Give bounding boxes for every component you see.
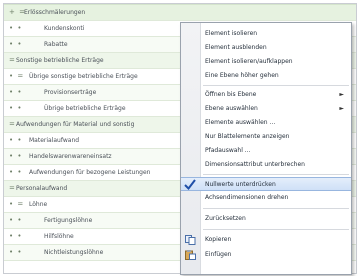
context-menu: Element isolieren Element ausblenden Ele… [180, 22, 352, 275]
menu-item-ebene-hoeher[interactable]: Eine Ebene höher gehen [181, 69, 351, 83]
tree-bullet: • • [9, 216, 23, 224]
tree-row-label: Kundenskonti [44, 25, 85, 32]
menu-item-nullwerte-unterdruecken[interactable]: Nullwerte unterdrücken [181, 177, 351, 191]
tree-row-label: Personalaufwand [16, 185, 68, 192]
menu-item-nur-blattelemente[interactable]: Nur Blattelemente anzeigen [181, 130, 351, 144]
collapse-toggle[interactable]: = [9, 53, 16, 68]
menu-item-achsendimensionen-drehen[interactable]: Achsendimensionen drehen [181, 191, 351, 205]
menu-item-pfadauswahl[interactable]: Pfadauswahl ... [181, 144, 351, 158]
menu-item-label: Element isolieren/aufklappen [205, 58, 293, 65]
menu-item-oeffnen-bis-ebene[interactable]: Öffnen bis Ebene ► [181, 88, 351, 102]
collapse-toggle[interactable]: = [9, 117, 16, 132]
collapse-toggle[interactable]: • = [9, 69, 24, 84]
menu-item-ebene-auswaehlen[interactable]: Ebene auswählen ► [181, 102, 351, 116]
tree-row-label: Rabatte [44, 41, 68, 48]
copy-icon [185, 235, 196, 245]
menu-item-kopieren[interactable]: Kopieren [181, 233, 351, 247]
tree-row-label: Hilfslöhne [44, 233, 74, 240]
paste-icon [185, 250, 196, 260]
tree-row-label: Provisionserträge [44, 89, 97, 96]
menu-item-label: Element isolieren [205, 30, 258, 37]
menu-item-label: Dimensionsattribut unterbrechen [205, 161, 305, 168]
menu-item-element-isolieren[interactable]: Element isolieren [181, 27, 351, 41]
tree-row-label: Handelswarenwareneinsatz [29, 153, 112, 160]
tree-row-erloesschmaelerungen[interactable]: + = Erlösschmälerungen [4, 4, 356, 21]
menu-item-label: Ebene auswählen [205, 105, 258, 112]
tree-row-label: Aufwendungen für Material und sonstig [16, 121, 135, 128]
tree-bullet: • • [9, 152, 23, 160]
tree-bullet: • • [9, 104, 23, 112]
menu-item-element-ausblenden[interactable]: Element ausblenden [181, 41, 351, 55]
menu-item-label: Nur Blattelemente anzeigen [205, 133, 290, 140]
tree-row-label: Nichtleistungslöhne [44, 249, 104, 256]
menu-item-label: Öffnen bis Ebene [205, 91, 257, 98]
tree-bullet: • • [9, 88, 23, 96]
tree-bullet: • • [9, 136, 23, 144]
menu-item-label: Pfadauswahl ... [205, 147, 251, 154]
menu-separator [203, 85, 349, 86]
tree-row-label: Aufwendungen für bezogene Leistungen [29, 169, 151, 176]
menu-item-elemente-auswaehlen[interactable]: Elemente auswählen ... [181, 116, 351, 130]
checkmark-icon [184, 179, 196, 190]
tree-bullet: • • [9, 168, 23, 176]
menu-item-label: Elemente auswählen ... [205, 119, 276, 126]
menu-item-dimensionsattribut[interactable]: Dimensionsattribut unterbrechen [181, 158, 351, 172]
tree-row-label: Sonstige betriebliche Erträge [16, 57, 104, 64]
tree-row-label: Löhne [29, 201, 48, 208]
tree-row-label: Erlösschmälerungen [24, 9, 86, 16]
submenu-arrow-icon: ► [339, 91, 344, 98]
tree-row-label: Übrige betriebliche Erträge [44, 105, 126, 112]
menu-item-zuruecksetzen[interactable]: Zurücksetzen [181, 212, 351, 226]
menu-item-label: Kopieren [205, 236, 232, 243]
menu-separator [203, 174, 349, 175]
submenu-arrow-icon: ► [339, 105, 344, 112]
menu-item-einfuegen[interactable]: Einfügen [181, 248, 351, 262]
tree-bullet: • • [9, 24, 23, 32]
menu-item-label: Eine Ebene höher gehen [205, 72, 279, 79]
menu-item-label: Nullwerte unterdrücken [205, 181, 276, 188]
collapse-toggle[interactable]: = [9, 181, 16, 196]
tree-bullet: • • [9, 232, 23, 240]
tree-row-label: Übrige sonstige betriebliche Erträge [29, 73, 138, 80]
collapse-toggle[interactable]: • = [9, 197, 24, 212]
menu-item-isolieren-aufklappen[interactable]: Element isolieren/aufklappen [181, 55, 351, 69]
menu-item-label: Zurücksetzen [205, 215, 246, 222]
menu-separator [203, 229, 349, 230]
tree-bullet: • • [9, 40, 23, 48]
menu-item-label: Element ausblenden [205, 44, 267, 51]
tree-row-label: Materialaufwand [29, 137, 80, 144]
tree-bullet: • • [9, 248, 23, 256]
menu-item-label: Achsendimensionen drehen [205, 194, 289, 201]
menu-item-label: Einfügen [205, 251, 232, 258]
tree-row-label: Fertigungslöhne [44, 217, 93, 224]
menu-separator [203, 208, 349, 209]
